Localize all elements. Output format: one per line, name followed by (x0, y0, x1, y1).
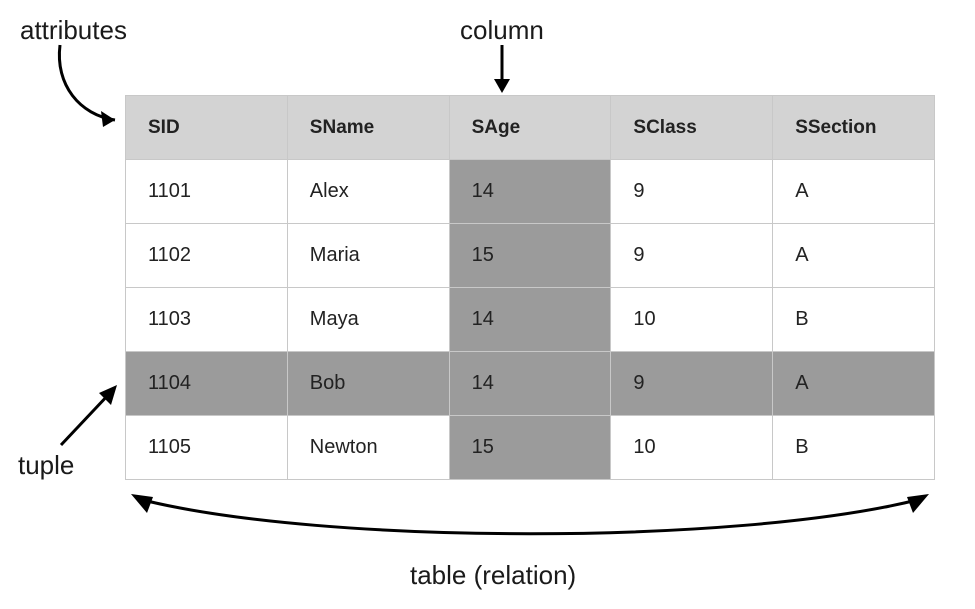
cell-sage: 14 (449, 352, 611, 416)
cell-sname: Newton (287, 416, 449, 480)
cell-sname: Maria (287, 224, 449, 288)
arrow-relation-icon (125, 490, 935, 550)
label-relation: table (relation) (410, 560, 576, 591)
table-row: 1103 Maya 14 10 B (126, 288, 935, 352)
cell-sage: 15 (449, 224, 611, 288)
column-header-sname: SName (287, 96, 449, 160)
cell-sclass: 9 (611, 160, 773, 224)
table-row: 1102 Maria 15 9 A (126, 224, 935, 288)
cell-sage: 14 (449, 160, 611, 224)
cell-ssection: A (773, 160, 935, 224)
cell-sid: 1104 (126, 352, 288, 416)
column-header-sage: SAge (449, 96, 611, 160)
cell-ssection: B (773, 288, 935, 352)
relation-table: SID SName SAge SClass SSection 1101 Alex… (125, 95, 935, 480)
cell-sclass: 9 (611, 224, 773, 288)
arrow-column-icon (490, 45, 520, 100)
cell-sid: 1102 (126, 224, 288, 288)
column-header-sclass: SClass (611, 96, 773, 160)
cell-ssection: B (773, 416, 935, 480)
table-row-highlighted: 1104 Bob 14 9 A (126, 352, 935, 416)
cell-sclass: 10 (611, 416, 773, 480)
table-header-row: SID SName SAge SClass SSection (126, 96, 935, 160)
arrow-tuple-icon (55, 375, 135, 455)
cell-sid: 1103 (126, 288, 288, 352)
cell-sage: 14 (449, 288, 611, 352)
cell-sname: Alex (287, 160, 449, 224)
cell-ssection: A (773, 224, 935, 288)
column-header-ssection: SSection (773, 96, 935, 160)
cell-sclass: 9 (611, 352, 773, 416)
cell-sid: 1105 (126, 416, 288, 480)
cell-sname: Maya (287, 288, 449, 352)
cell-sid: 1101 (126, 160, 288, 224)
label-column: column (460, 15, 544, 46)
cell-ssection: A (773, 352, 935, 416)
cell-sclass: 10 (611, 288, 773, 352)
cell-sname: Bob (287, 352, 449, 416)
column-header-sid: SID (126, 96, 288, 160)
table-row: 1101 Alex 14 9 A (126, 160, 935, 224)
table-row: 1105 Newton 15 10 B (126, 416, 935, 480)
cell-sage: 15 (449, 416, 611, 480)
arrow-attributes-icon (45, 40, 135, 130)
